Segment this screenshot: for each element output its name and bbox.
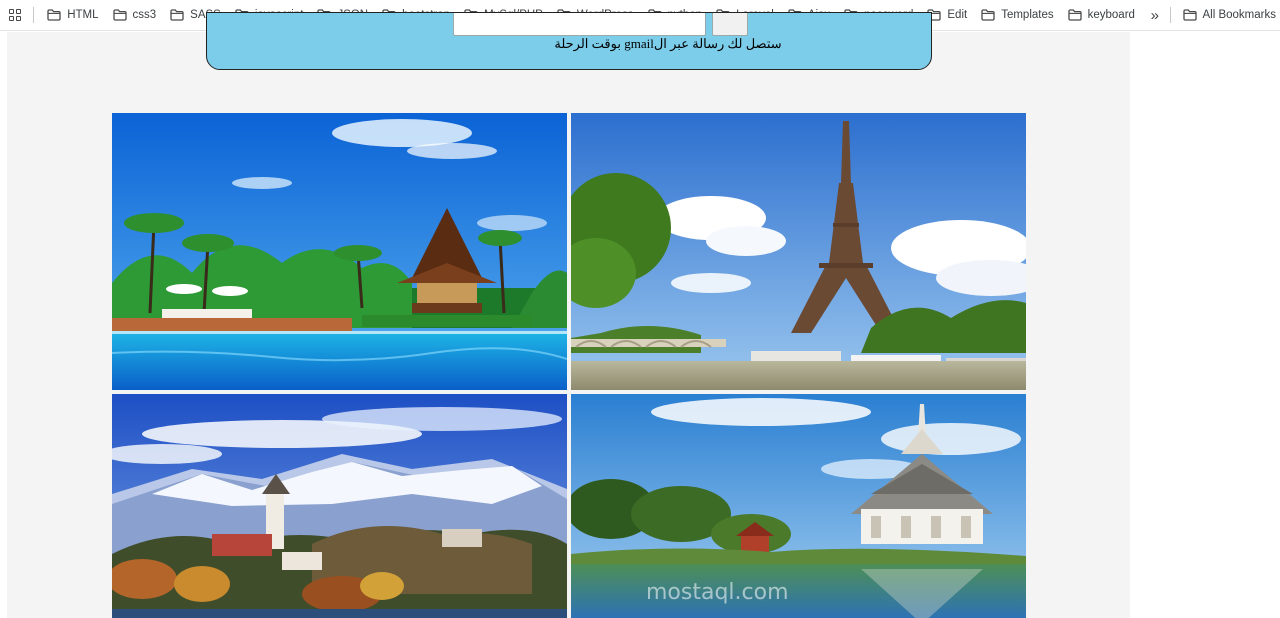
apps-grid-icon[interactable] <box>1 0 28 31</box>
booking-panel: ستصل لك رسالة عبر الgmail بوقت الرحلة <box>206 12 932 70</box>
main-content: ستصل لك رسالة عبر الgmail بوقت الرحلة mo… <box>7 12 1130 618</box>
bookmark-folder-css3[interactable]: css3 <box>106 3 164 27</box>
bookmarks-divider <box>1169 7 1171 23</box>
folder-icon <box>1182 9 1197 21</box>
double-chevron-right-icon[interactable]: » <box>1142 3 1166 27</box>
folder-icon <box>170 9 184 21</box>
tropical-resort-pool-image <box>112 113 567 390</box>
notice-text: ستصل لك رسالة عبر الgmail بوقت الرحلة <box>554 36 782 51</box>
email-field[interactable] <box>453 13 706 36</box>
bookmark-folder-keyboard[interactable]: keyboard <box>1061 3 1142 27</box>
right-blank-area <box>1130 32 1280 618</box>
all-bookmarks-button[interactable]: All Bookmarks <box>1177 9 1280 21</box>
bookmark-folder-html[interactable]: HTML <box>40 3 105 27</box>
folder-icon <box>1067 9 1082 21</box>
bookmark-label: keyboard <box>1087 9 1135 21</box>
bookmark-label: Edit <box>947 9 968 21</box>
lake-bled-castle-image <box>112 394 567 618</box>
all-bookmarks-label: All Bookmarks <box>1202 9 1277 21</box>
photo-gallery: mostaql.com <box>112 113 1026 618</box>
bookmark-label: Templates <box>1001 9 1054 21</box>
bookmark-folder-templates[interactable]: Templates <box>974 3 1060 27</box>
watermark-text: mostaql.com <box>646 580 789 605</box>
thai-temple-lake-image: mostaql.com <box>571 394 1026 618</box>
folder-icon <box>112 9 127 21</box>
bookmark-label: css3 <box>132 9 157 21</box>
page-body: ستصل لك رسالة عبر الgmail بوقت الرحلة mo… <box>0 12 1280 618</box>
eiffel-tower-paris-image <box>571 113 1026 390</box>
bookmarks-divider <box>33 7 35 23</box>
folder-icon <box>981 9 995 21</box>
folder-icon <box>47 9 61 21</box>
submit-button[interactable] <box>712 13 748 36</box>
bookmark-label: HTML <box>67 9 99 21</box>
